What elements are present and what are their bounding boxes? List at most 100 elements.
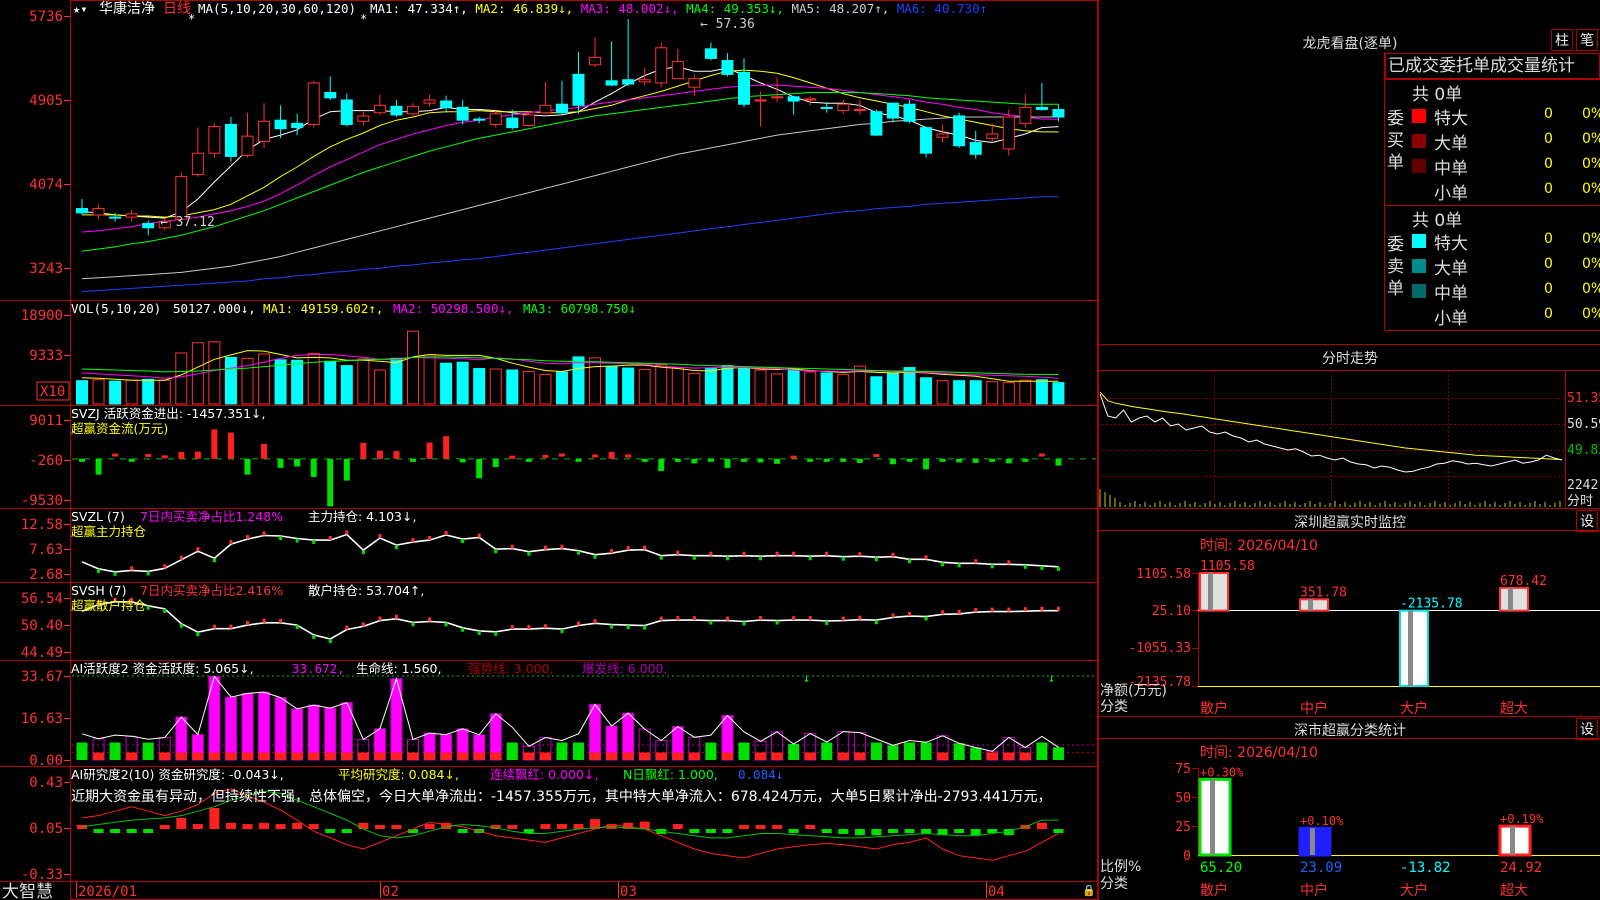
svsh-ratio: 7日内买卖净占比2.416% [140,583,283,598]
svzl-tick [543,545,547,550]
date-axis-label: 04 [988,884,1005,900]
svsh-tick [196,632,200,637]
vol-ma3-label: MA3: 60798.750↓ [523,301,636,316]
candle-body [1002,116,1015,150]
monitor-settings-button[interactable]: 设 [1576,510,1598,532]
tab-pen-chart[interactable]: 笔 [1576,29,1598,51]
ai-research-bar [374,825,385,829]
svsh-axis-label: 44.49 [21,645,63,661]
volume-bar [142,378,155,405]
svzl-tick [146,571,150,576]
ai-research-streak: 连续飘红: 0.000↓, [490,767,598,782]
ai-research-bar [854,829,865,836]
order-color-swatch [1412,259,1426,273]
svzj-bar [79,458,85,462]
candle-body [903,103,916,122]
svsh-tick [891,613,895,618]
tab-bar-chart[interactable]: 柱 [1551,29,1573,51]
svzl-tick [759,556,763,561]
stats-category-label: 超大 [1500,883,1528,899]
volume-bar [953,380,966,405]
ai-active-plot: ↓ ↓ [72,671,1096,761]
stats-axis-caption: 分类 [1100,876,1128,892]
svsh-tick [444,622,448,627]
ai-active-bar [324,707,337,761]
intraday-axis-label: 49.83 [1567,443,1600,458]
period-label[interactable]: 日线 [163,1,191,17]
vol-header-value: 50127.000↓, [173,301,256,316]
volume-bar [274,359,287,405]
svzl-tick [510,544,514,549]
intraday-axis-label: 2242 [1567,478,1598,493]
svsh-tick [179,623,183,628]
ai-research-bar [821,829,832,833]
ai-research-axis-label: 0.43 [29,775,63,791]
svsh-tick [792,616,796,621]
ma-legend-item: MA3: 48.002↓, [573,1,678,16]
ai-active-base [407,752,419,760]
ai-active-bar [821,742,833,760]
stock-name: 华康洁净 [99,0,155,17]
ai-active-base [225,752,237,760]
monitor-bar-散户 [1199,572,1229,612]
svzl-tick [262,531,266,536]
svzl-tick [825,551,829,556]
candle-body [291,122,304,129]
svzj-axis-label: -260 [29,453,63,469]
candle-body [76,208,88,214]
ai-research-bar [77,825,87,829]
svzl-tick [725,556,729,561]
svzl-tick [577,550,580,555]
ai-research-axis-label: 0.05 [29,821,63,837]
volume-bar [820,372,833,405]
svzj-bar [856,458,863,463]
order-color-swatch [1412,134,1426,148]
ai-research-bar [143,829,154,833]
lock-icon[interactable]: 🔒 [1082,884,1096,897]
volume-bar [109,380,122,405]
ai-research-bar [391,825,402,829]
volume-bar [1019,379,1032,405]
ai-active-base [473,752,485,760]
ai-research-bar [408,829,418,833]
candle-body [191,152,204,175]
svsh-tick [295,625,299,630]
svzl-tick [941,562,945,567]
volume-bar [340,365,353,405]
stats-bar-超大 [1498,824,1532,857]
ai-active-lifeline: 生命线: 1.560, [356,661,441,676]
svzj-bar [956,458,963,463]
candle-body [125,213,138,218]
svzj-bar [939,458,946,462]
svzl-tick [411,538,415,543]
monitor-bar-value: 1105.58 [1200,559,1255,574]
svsh-tick [212,624,216,629]
order-color-swatch [1412,109,1426,123]
ai-research-avg: 平均研究度: 0.084↓, [338,767,459,782]
svsh-tick [1056,606,1060,611]
ai-active-bar [109,742,121,760]
svzj-bar [161,455,168,459]
candle-body [109,216,122,219]
stats-settings-button[interactable]: 设 [1576,718,1598,740]
monitor-category-label: 中户 [1300,700,1328,717]
svzj-bar [310,458,317,477]
stock-chart-area[interactable]: 5736 4905 4074 3243 18900 9333 9011 -260… [0,0,1100,900]
candle-body [787,96,800,102]
intraday-axis-label: 50.59 [1567,417,1600,432]
svzl-tick [328,536,332,541]
ai-active-bar [573,742,584,760]
volume-bar [291,359,304,405]
svzj-bar [327,458,334,507]
date-axis-label: 03 [620,884,637,900]
ai-research-bar [110,829,121,833]
ai-active-bar [953,743,965,760]
ai-active-base [1019,752,1031,760]
svzj-bar [476,458,483,479]
price-low-marker: ← 37.12 [160,215,215,230]
ma-legend: MA1: 47.334↑, MA2: 46.839↓, MA3: 48.002↓… [370,1,987,16]
ai-active-base [275,752,287,760]
svzj-bar [492,458,499,467]
pin-star-icon[interactable]: ★▾ [73,2,87,16]
volume-axis-label: 9333 [29,348,63,364]
